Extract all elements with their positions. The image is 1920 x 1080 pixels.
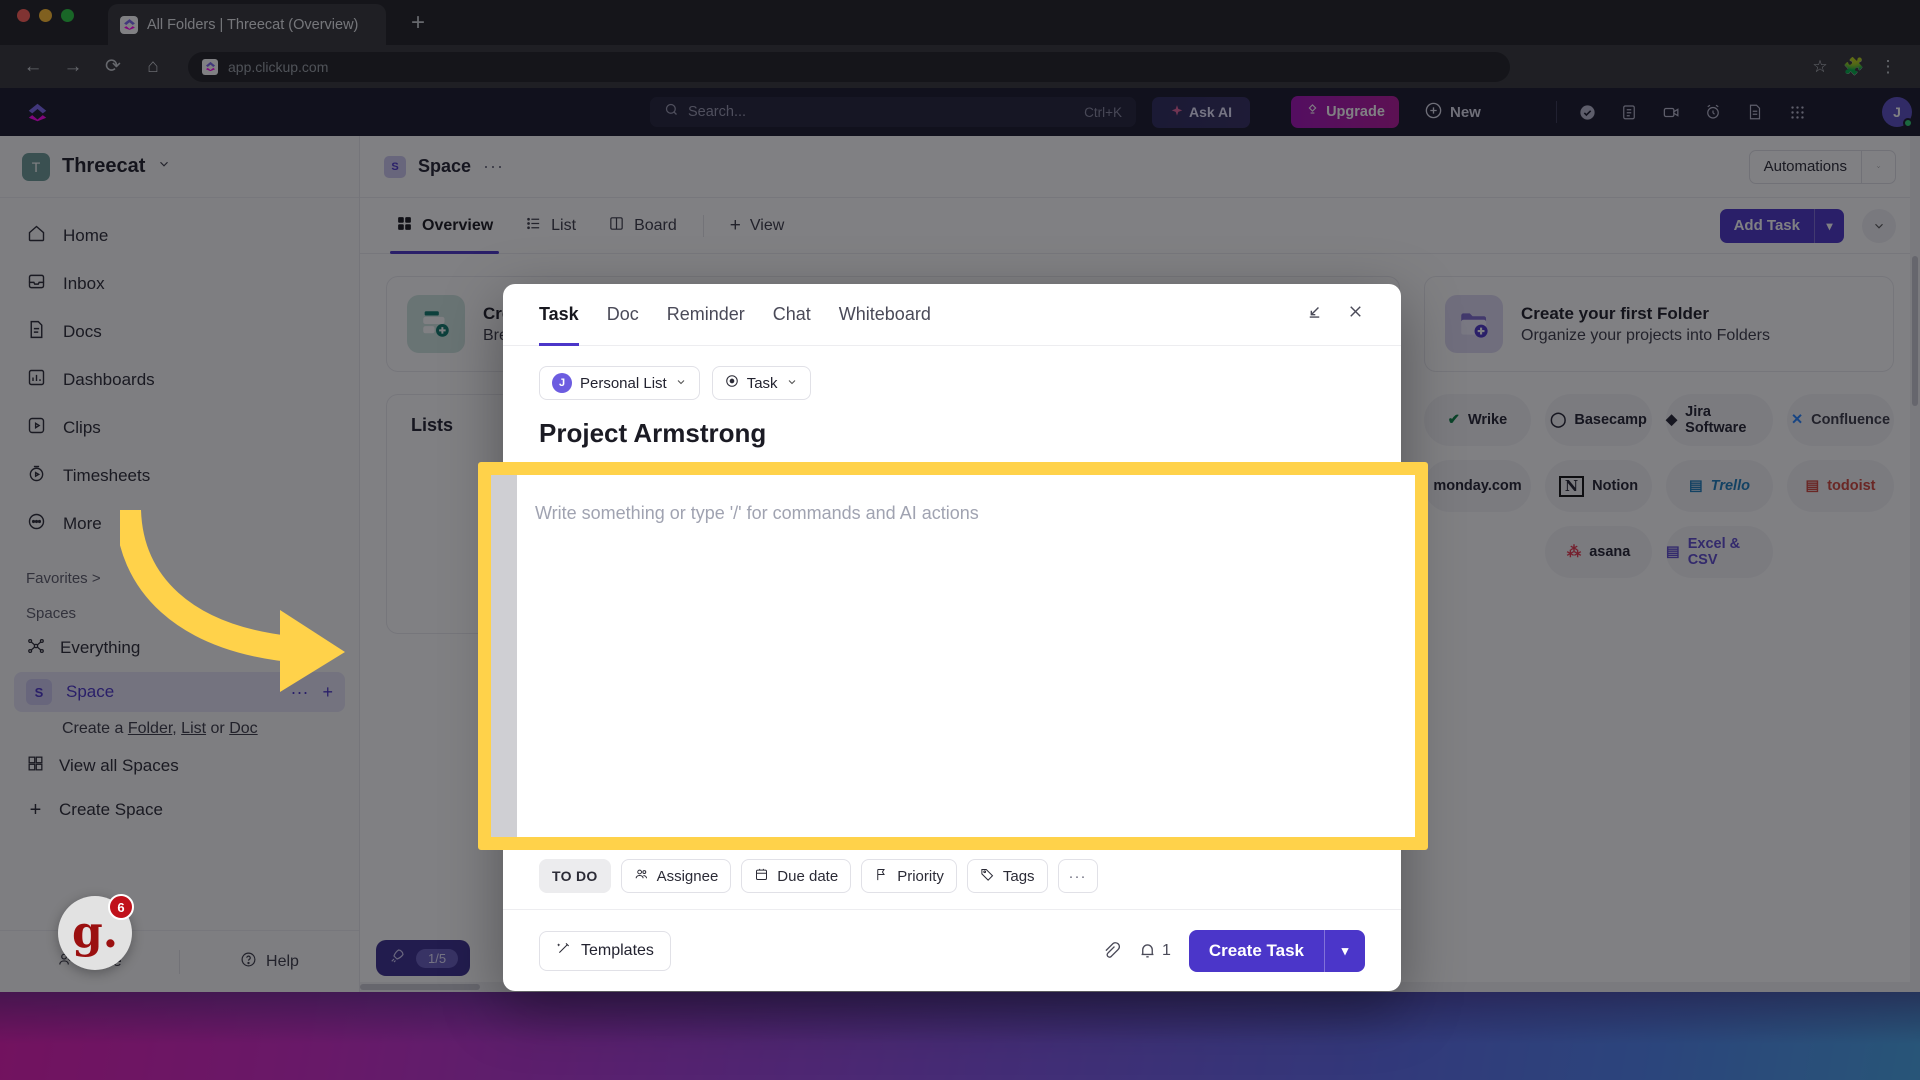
task-type-icon [725, 374, 739, 392]
magic-wand-icon [556, 940, 572, 961]
avatar: J [552, 373, 572, 393]
assignee-field[interactable]: Assignee [620, 859, 732, 893]
create-task-button[interactable]: Create Task ▾ [1188, 929, 1365, 972]
modal-header-actions [1305, 302, 1365, 327]
notify-count: 1 [1161, 941, 1171, 959]
tab-doc[interactable]: Doc [607, 284, 639, 346]
field-label: Assignee [656, 867, 719, 885]
modal-tab-bar: Task Doc Reminder Chat Whiteboard [503, 284, 1401, 346]
chevron-down-icon [786, 375, 798, 392]
close-icon[interactable] [1346, 302, 1365, 327]
priority-field[interactable]: Priority [861, 859, 957, 893]
task-type-selector[interactable]: Task [711, 366, 811, 400]
notify-button[interactable]: 1 [1138, 941, 1171, 960]
guide-widget-button[interactable]: g. 6 [58, 894, 134, 970]
chevron-down-icon [675, 375, 687, 392]
modal-destination-pills: J Personal List Task [539, 366, 1365, 400]
paperclip-icon[interactable] [1101, 941, 1120, 960]
minimize-icon[interactable] [1305, 302, 1324, 327]
assignee-icon [634, 867, 649, 886]
field-label: Due date [777, 867, 839, 885]
highlight-box-content: Write something or type '/' for commands… [491, 475, 1415, 837]
task-field-bar: TO DO Assignee Due date Priority Tags ··… [539, 859, 1365, 909]
calendar-icon [754, 867, 769, 886]
tab-whiteboard[interactable]: Whiteboard [839, 284, 931, 346]
tag-icon [980, 867, 995, 886]
guide-widget-badge: 6 [108, 894, 134, 920]
task-description-placeholder[interactable]: Write something or type '/' for commands… [517, 475, 979, 837]
templates-label: Templates [581, 941, 654, 959]
due-date-field[interactable]: Due date [741, 859, 852, 893]
create-task-label: Create Task [1208, 940, 1304, 960]
chevron-down-icon[interactable]: ▾ [1324, 929, 1365, 972]
flag-icon [874, 867, 889, 886]
field-label: Tags [1002, 867, 1035, 885]
templates-button[interactable]: Templates [539, 930, 671, 971]
tab-task[interactable]: Task [539, 284, 579, 346]
list-selector[interactable]: J Personal List [539, 366, 700, 400]
task-name-input[interactable]: Project Armstrong [539, 418, 1365, 449]
more-fields-button[interactable]: ··· [1057, 859, 1098, 893]
tab-reminder[interactable]: Reminder [667, 284, 745, 346]
guide-widget-label: g. [71, 907, 119, 958]
modal-footer-actions: 1 Create Task ▾ [1101, 929, 1365, 972]
highlight-left-strip [491, 475, 517, 837]
modal-footer: Templates 1 Create Task ▾ [503, 909, 1401, 991]
tab-chat[interactable]: Chat [773, 284, 811, 346]
status-field[interactable]: TO DO [539, 859, 611, 893]
highlight-box: Write something or type '/' for commands… [478, 462, 1428, 850]
field-label: Priority [897, 867, 944, 885]
tags-field[interactable]: Tags [966, 859, 1048, 893]
task-type-label: Task [746, 374, 778, 392]
list-selector-label: Personal List [580, 374, 667, 392]
